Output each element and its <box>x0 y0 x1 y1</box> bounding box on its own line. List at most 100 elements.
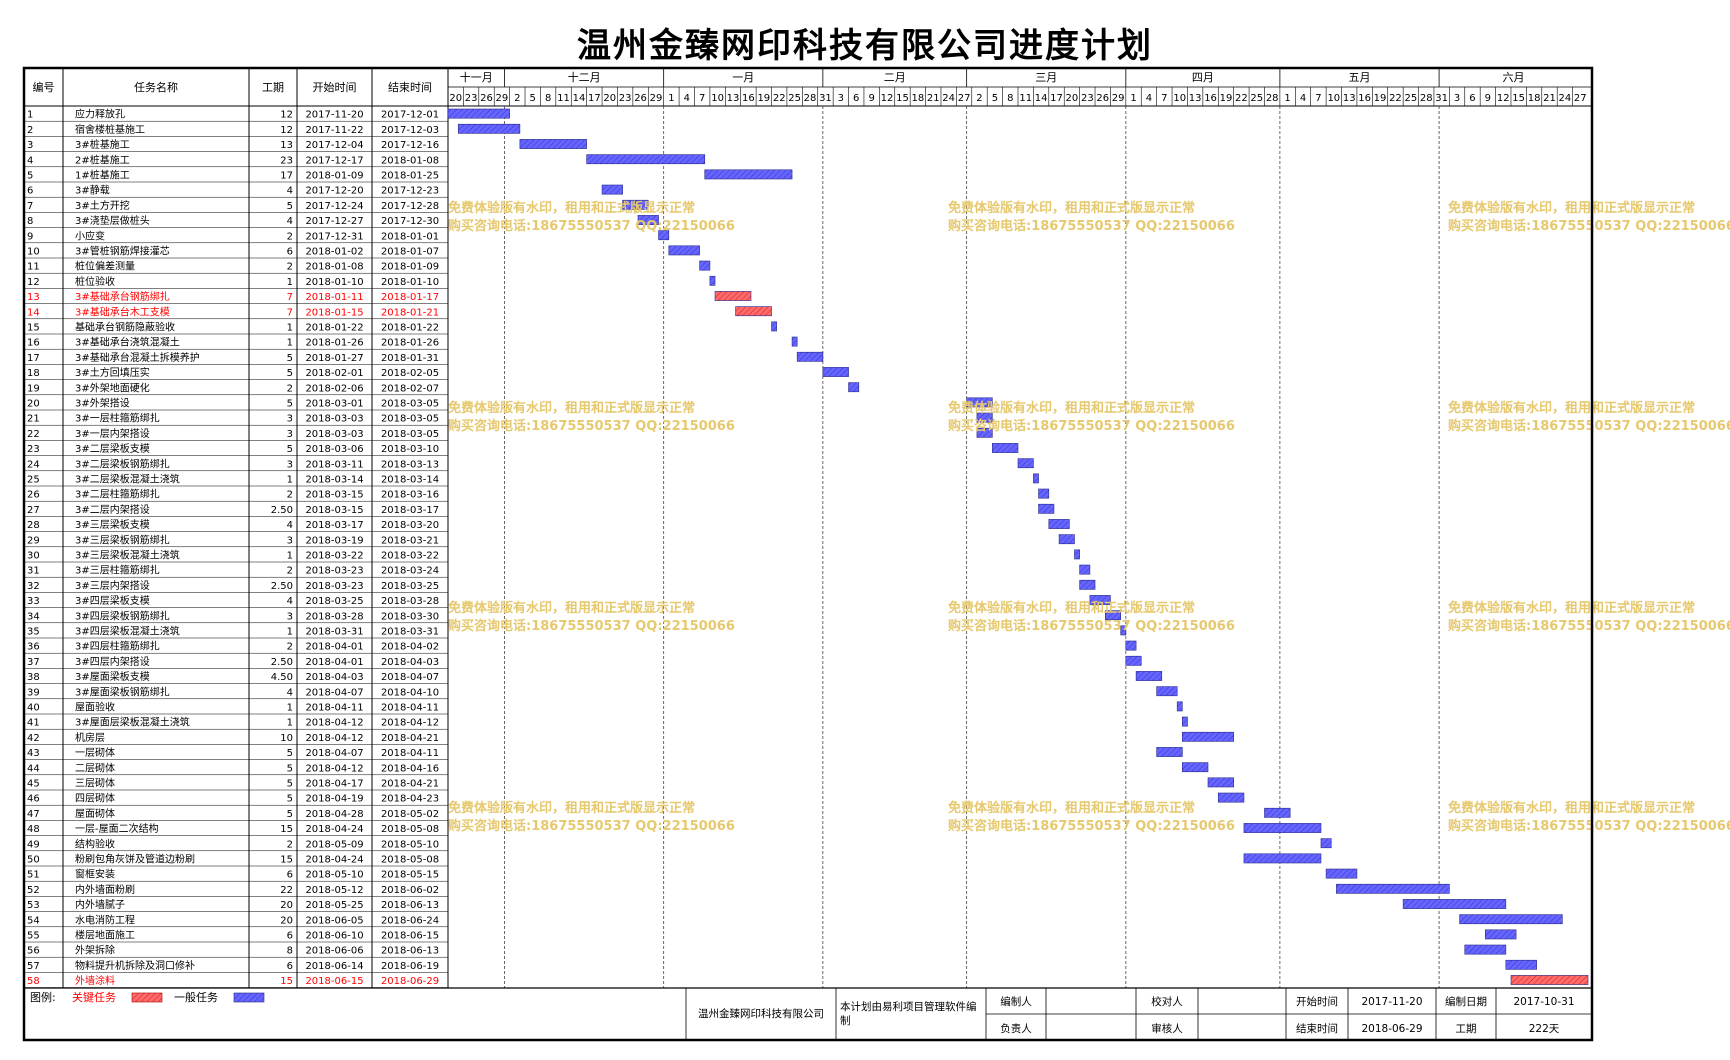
task-name: 3#四层梁板支模 <box>75 594 150 607</box>
task-bar <box>1402 899 1507 909</box>
task-end: 2018-06-19 <box>381 961 439 972</box>
day-tick-label: 24 <box>1559 93 1572 104</box>
task-name: 楼层地面施工 <box>75 929 135 942</box>
task-name: 三层砌体 <box>75 778 115 790</box>
task-id: 49 <box>27 839 40 850</box>
footer-start-label: 开始时间 <box>1296 995 1338 1008</box>
watermark-line2: 购买咨询电话:18675550537 QQ:22150066 <box>1448 618 1730 634</box>
task-id: 32 <box>27 581 40 592</box>
task-start: 2018-04-12 <box>305 733 363 744</box>
task-start: 2018-01-11 <box>305 292 363 303</box>
task-bar <box>1182 731 1234 742</box>
task-name: 3#管桩钢筋焊接灌芯 <box>75 245 170 258</box>
task-start: 2018-03-28 <box>305 611 363 622</box>
watermark-line2: 购买咨询电话:18675550537 QQ:22150066 <box>448 418 735 434</box>
critical-task-bar <box>735 306 772 317</box>
task-duration: 6 <box>287 870 293 881</box>
task-start: 2018-03-23 <box>305 581 363 592</box>
legend-normal-label: 一般任务 <box>174 991 218 1004</box>
task-bar <box>1125 655 1142 666</box>
task-end: 2018-04-21 <box>381 779 439 790</box>
day-tick-label: 16 <box>1204 93 1217 104</box>
day-tick-label: 27 <box>1574 93 1587 104</box>
task-id: 3 <box>27 140 33 151</box>
task-id: 48 <box>27 824 40 835</box>
day-tick-label: 20 <box>603 93 616 104</box>
task-end: 2018-06-15 <box>381 931 439 942</box>
task-name: 基础承台钢筋隐蔽验收 <box>75 321 175 334</box>
day-tick-label: 15 <box>896 93 909 104</box>
task-end: 2018-04-16 <box>381 763 439 774</box>
task-duration: 4 <box>287 216 293 227</box>
footer-duration-value: 222天 <box>1529 1023 1560 1035</box>
task-name: 3#一层柱箍筋绑扎 <box>75 412 160 425</box>
task-end: 2018-03-05 <box>381 399 439 410</box>
task-duration: 5 <box>287 353 293 364</box>
task-start: 2018-03-14 <box>305 475 363 486</box>
day-tick-label: 19 <box>757 93 770 104</box>
task-start: 2018-03-25 <box>305 596 363 607</box>
task-bar <box>848 382 860 393</box>
task-duration: 5 <box>287 399 293 410</box>
task-id: 21 <box>27 414 40 425</box>
task-end: 2018-03-20 <box>381 520 439 531</box>
task-duration: 15 <box>280 855 293 866</box>
task-name: 3#基础承台浇筑混凝土 <box>75 336 180 349</box>
task-start: 2018-06-05 <box>305 915 363 926</box>
task-start: 2018-01-09 <box>305 171 363 182</box>
task-duration: 17 <box>280 171 293 182</box>
task-name: 2#桩基施工 <box>75 153 130 166</box>
task-name: 3#屋面梁板支模 <box>75 670 150 683</box>
task-start: 2018-01-08 <box>305 262 363 273</box>
task-end: 2018-06-29 <box>381 976 439 987</box>
header-col-id: 编号 <box>33 80 55 94</box>
task-start: 2018-04-19 <box>305 794 363 805</box>
day-tick-label: 10 <box>1327 93 1340 104</box>
task-end: 2018-03-05 <box>381 414 439 425</box>
task-end: 2018-01-07 <box>381 247 439 258</box>
day-tick-label: 25 <box>1404 93 1417 104</box>
task-duration: 2.50 <box>271 657 293 668</box>
day-tick-label: 20 <box>449 93 462 104</box>
day-tick-label: 17 <box>1050 93 1063 104</box>
task-name: 桩位验收 <box>75 275 115 288</box>
task-duration: 13 <box>280 140 293 151</box>
task-duration: 3 <box>287 535 293 546</box>
task-name: 3#外架搭设 <box>75 397 130 410</box>
task-id: 55 <box>27 931 40 942</box>
task-name: 3#土方回填压实 <box>75 366 150 379</box>
task-bar <box>601 184 623 195</box>
day-tick-label: 21 <box>927 93 940 104</box>
task-end: 2018-05-08 <box>381 855 439 866</box>
watermark-line2: 购买咨询电话:18675550537 QQ:22150066 <box>948 618 1235 634</box>
task-name: 3#屋面层梁板混凝土浇筑 <box>75 716 190 729</box>
task-name: 屋面验收 <box>75 701 115 714</box>
task-end: 2018-03-22 <box>381 551 439 562</box>
task-name: 3#一层内架搭设 <box>75 427 150 440</box>
task-duration: 1 <box>287 703 293 714</box>
outer-frame <box>22 66 1594 1042</box>
task-duration: 22 <box>280 885 293 896</box>
task-start: 2018-04-24 <box>305 855 363 866</box>
footer-end-label: 结束时间 <box>1296 1022 1338 1035</box>
task-id: 28 <box>27 520 40 531</box>
day-tick-label: 11 <box>1019 93 1032 104</box>
task-bar <box>1264 807 1291 818</box>
task-end: 2018-04-07 <box>381 672 439 683</box>
day-tick-label: 10 <box>1173 93 1186 104</box>
footer-reviewer-label: 审核人 <box>1151 1022 1183 1035</box>
task-start: 2017-12-04 <box>305 140 363 151</box>
task-start: 2017-11-20 <box>305 110 363 121</box>
task-start: 2018-03-23 <box>305 566 363 577</box>
task-duration: 2 <box>287 490 293 501</box>
task-name: 1#桩基施工 <box>75 169 130 182</box>
task-name: 3#二层梁板钢筋绑扎 <box>75 457 170 470</box>
task-id: 34 <box>27 611 40 622</box>
task-bar <box>1038 488 1050 499</box>
legend-label: 图例: <box>30 990 56 1004</box>
task-name: 3#土方开挖 <box>75 199 130 212</box>
task-id: 24 <box>27 459 40 470</box>
task-name: 3#桩基施工 <box>75 138 130 151</box>
task-name: 应力释放孔 <box>75 108 125 121</box>
task-end: 2018-03-30 <box>381 611 439 622</box>
